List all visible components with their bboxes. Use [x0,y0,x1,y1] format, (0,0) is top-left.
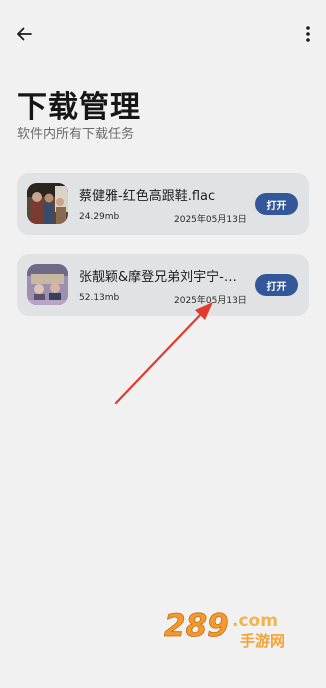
site-watermark: 289 .com 手游网 [156,606,306,652]
file-name: 蔡健雅-红色高跟鞋.flac [79,189,216,204]
download-date: 2025年05月13日 [174,296,247,306]
top-bar [0,18,326,50]
album-cover-thumbnail [27,183,68,224]
download-item[interactable]: 张靓颖&摩登兄弟刘宇宁-九张机 52.13mb 2025年05月13日 打开 [17,254,309,316]
watermark-logo: 289 [164,608,229,644]
watermark-caption: 手游网 [240,632,285,650]
arrow-left-icon [17,27,32,41]
file-size: 24.29mb [79,212,120,222]
page-title: 下载管理 [17,90,141,125]
file-name: 张靓颖&摩登兄弟刘宇宁-九张机 [79,270,245,285]
more-options-button[interactable] [300,22,316,46]
watermark-suffix: .com [232,611,278,631]
page-subtitle: 软件内所有下载任务 [17,127,135,142]
file-size: 52.13mb [79,293,120,303]
open-button[interactable]: 打开 [255,193,298,215]
album-cover-thumbnail [27,264,68,305]
download-item[interactable]: 蔡健雅-红色高跟鞋.flac 24.29mb 2025年05月13日 打开 [17,173,309,235]
download-date: 2025年05月13日 [174,215,247,225]
open-button[interactable]: 打开 [255,274,298,296]
back-button[interactable] [12,22,36,46]
more-vertical-icon [306,26,310,42]
